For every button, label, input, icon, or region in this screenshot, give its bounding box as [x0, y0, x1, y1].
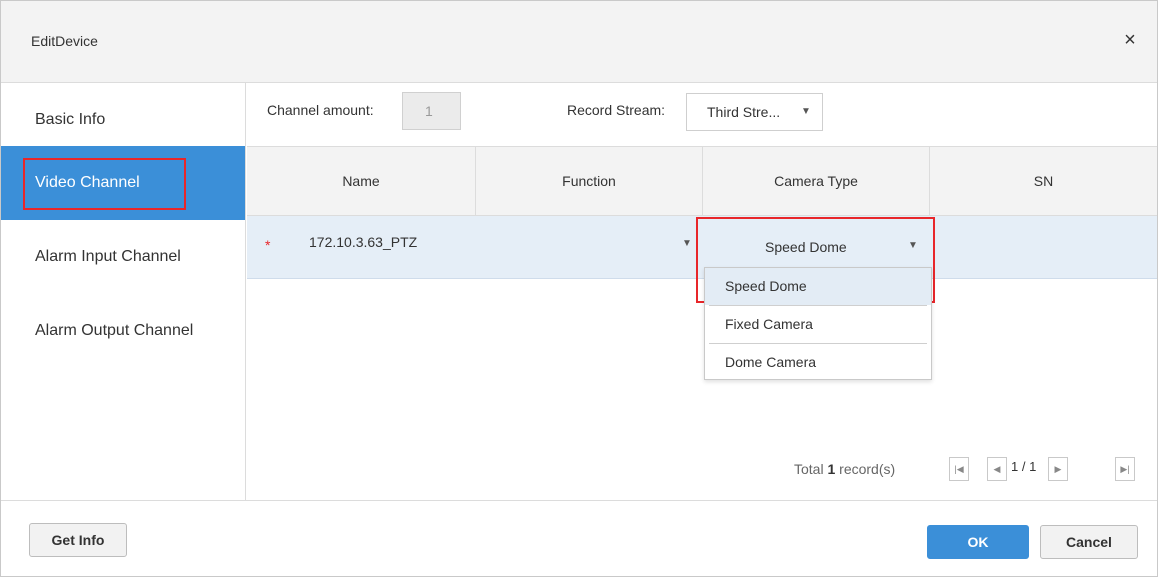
- pager-total-prefix: Total: [794, 461, 824, 477]
- highlight-box-video-channel: [23, 158, 186, 210]
- first-page-icon[interactable]: |◀: [949, 457, 969, 481]
- sidebar-item-label: Alarm Input Channel: [35, 248, 181, 265]
- channel-amount-label: Channel amount:: [267, 102, 374, 118]
- function-dropdown-icon[interactable]: ▼: [682, 238, 692, 249]
- record-stream-label: Record Stream:: [567, 102, 666, 118]
- next-page-icon[interactable]: ▶: [1048, 457, 1068, 481]
- edit-device-dialog: EditDevice × Basic Info Video Channel Al…: [0, 0, 1158, 577]
- required-marker: *: [265, 237, 271, 253]
- previous-page-icon[interactable]: ◀: [987, 457, 1007, 481]
- chevron-down-icon: ▼: [801, 106, 811, 117]
- sidebar: Basic Info Video Channel Alarm Input Cha…: [1, 83, 246, 500]
- pager-total: Total 1 record(s): [794, 461, 895, 477]
- sidebar-item-label: Alarm Output Channel: [35, 322, 194, 339]
- camera-type-dropdown: Speed Dome Fixed Camera Dome Camera: [704, 267, 932, 380]
- column-header-sn: SN: [1033, 173, 1054, 189]
- column-header-name: Name: [247, 147, 476, 215]
- ok-button[interactable]: OK: [927, 525, 1029, 559]
- channel-name-cell[interactable]: 172.10.3.63_PTZ: [309, 234, 417, 250]
- column-header-function: Function: [476, 147, 703, 215]
- cancel-button[interactable]: Cancel: [1040, 525, 1138, 559]
- dialog-footer: Get Info OK Cancel: [1, 500, 1157, 576]
- channel-amount-field: 1: [402, 92, 461, 130]
- last-page-icon[interactable]: ▶|: [1115, 457, 1135, 481]
- record-stream-value: Third Stre...: [707, 104, 781, 120]
- dialog-title: EditDevice: [31, 33, 98, 49]
- sidebar-item-alarm-output-channel[interactable]: Alarm Output Channel: [1, 294, 245, 368]
- page-info: 1 / 1: [1011, 459, 1037, 474]
- get-info-button[interactable]: Get Info: [29, 523, 127, 557]
- dropdown-option-speed-dome[interactable]: Speed Dome: [705, 268, 931, 305]
- close-icon[interactable]: ×: [1119, 29, 1141, 51]
- sidebar-item-alarm-input-channel[interactable]: Alarm Input Channel: [1, 220, 245, 294]
- dropdown-option-dome-camera[interactable]: Dome Camera: [705, 344, 931, 381]
- pager-total-count: 1: [827, 461, 836, 477]
- sidebar-item-label: Basic Info: [35, 111, 106, 128]
- pager-total-suffix: record(s): [839, 461, 896, 477]
- dialog-titlebar: EditDevice ×: [1, 1, 1157, 83]
- record-stream-select[interactable]: Third Stre... ▼: [686, 93, 823, 131]
- table-header: Name Function Camera Type SN: [247, 146, 1157, 216]
- column-header-camera-type: Camera Type: [703, 147, 930, 215]
- dropdown-option-fixed-camera[interactable]: Fixed Camera: [705, 306, 931, 343]
